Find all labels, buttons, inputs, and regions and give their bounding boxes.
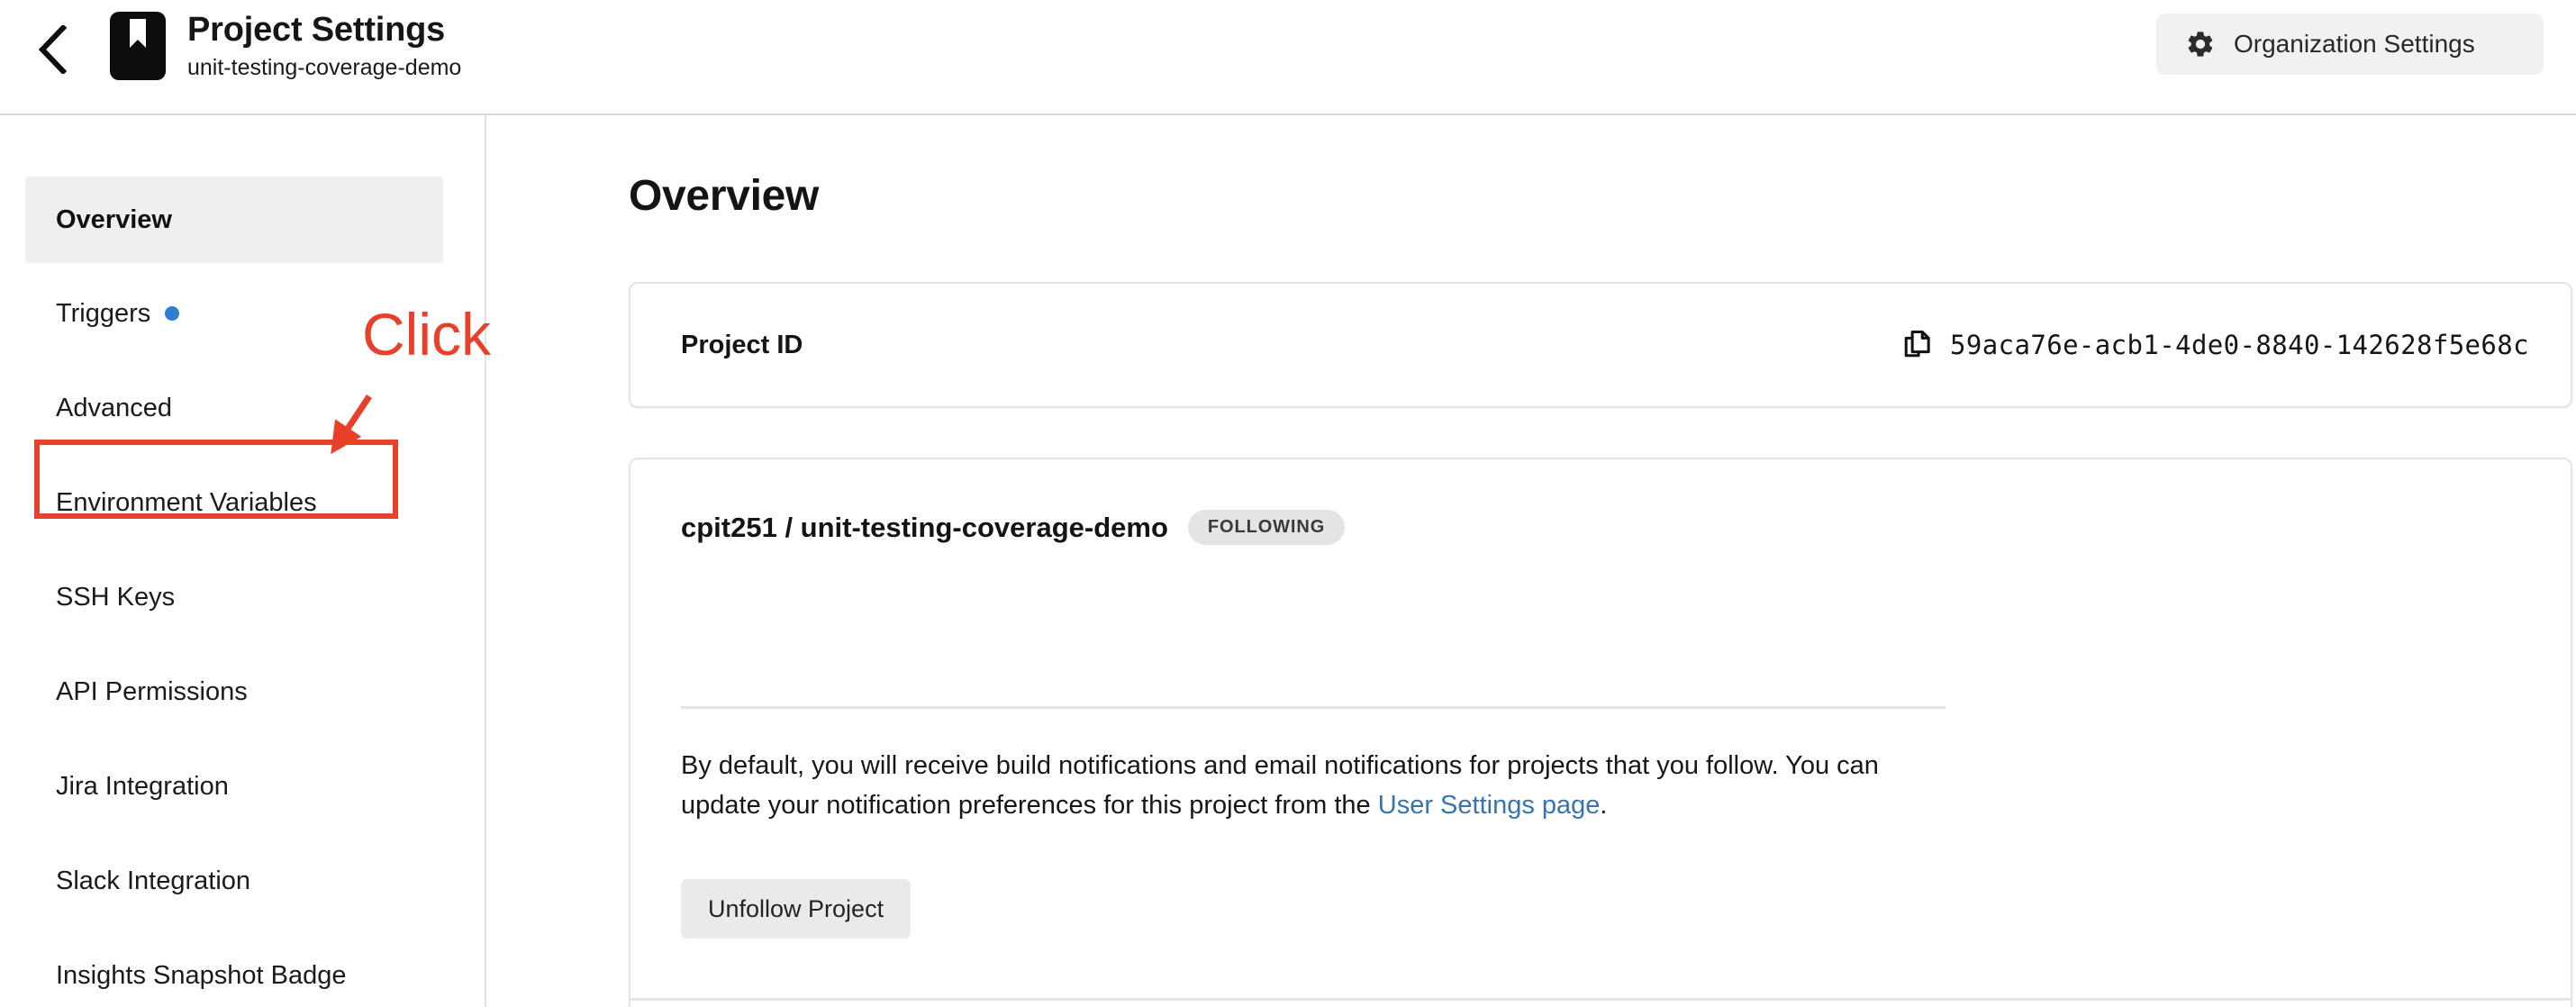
project-name-subtitle: unit-testing-coverage-demo xyxy=(187,55,462,80)
back-button[interactable] xyxy=(27,23,79,76)
sidebar-item-jira-integration[interactable]: Jira Integration xyxy=(25,743,443,830)
sidebar-item-advanced[interactable]: Advanced xyxy=(25,365,443,451)
bookmark-icon xyxy=(110,12,166,80)
sidebar-item-slack-integration[interactable]: Slack Integration xyxy=(25,838,443,924)
divider xyxy=(630,998,2571,1001)
sidebar-item-label: Insights Snapshot Badge xyxy=(56,960,347,990)
status-badge: FOLLOWING xyxy=(1187,510,1346,545)
follow-description: By default, you will receive build notif… xyxy=(681,746,1951,825)
sidebar-item-label: SSH Keys xyxy=(56,582,176,612)
sidebar-item-label: Slack Integration xyxy=(56,866,251,895)
project-id-value-group: 59aca76e-acb1-4de0-8840-142628f5e68c xyxy=(1901,329,2529,361)
organization-settings-button[interactable]: Organization Settings xyxy=(2156,14,2544,75)
notification-dot-icon xyxy=(165,306,180,321)
sidebar-item-environment-variables[interactable]: Environment Variables xyxy=(25,459,443,546)
page-title-header: Project Settings xyxy=(187,11,446,49)
sidebar-item-api-permissions[interactable]: API Permissions xyxy=(25,649,443,735)
sidebar-item-label: Advanced xyxy=(56,393,172,422)
sidebar-item-label: Triggers xyxy=(56,298,151,328)
sidebar-item-insights-snapshot-badge[interactable]: Insights Snapshot Badge xyxy=(25,932,443,1007)
repo-header: cpit251 / unit-testing-coverage-demo FOL… xyxy=(681,510,1346,545)
settings-sidebar: Overview Triggers Advanced Environment V… xyxy=(0,115,486,1007)
organization-settings-label: Organization Settings xyxy=(2234,30,2475,58)
project-follow-card: cpit251 / unit-testing-coverage-demo FOL… xyxy=(629,458,2572,1007)
sidebar-item-ssh-keys[interactable]: SSH Keys xyxy=(25,554,443,640)
repo-name: cpit251 / unit-testing-coverage-demo xyxy=(681,511,1168,543)
unfollow-project-button[interactable]: Unfollow Project xyxy=(681,879,912,939)
gear-icon xyxy=(2185,29,2216,59)
header-title-group: Project Settings unit-testing-coverage-d… xyxy=(187,9,461,83)
follow-description-text-1: By default, you will receive build notif… xyxy=(681,751,1879,820)
sidebar-item-label: Jira Integration xyxy=(56,771,229,801)
sidebar-item-label: API Permissions xyxy=(56,676,248,706)
user-settings-page-link[interactable]: User Settings page xyxy=(1378,791,1601,820)
app-header: Project Settings unit-testing-coverage-d… xyxy=(0,0,2576,115)
follow-description-text-2: . xyxy=(1600,791,1608,820)
main-content: Overview Project ID 59aca76e-acb1-4de0-8… xyxy=(488,115,2576,1007)
chevron-left-icon xyxy=(35,25,71,74)
divider xyxy=(681,706,1946,709)
sidebar-item-triggers[interactable]: Triggers xyxy=(25,270,443,357)
sidebar-item-label: Environment Variables xyxy=(56,487,317,517)
project-id-row: Project ID 59aca76e-acb1-4de0-8840-14262… xyxy=(630,284,2571,406)
project-id-label: Project ID xyxy=(681,330,803,359)
project-id-value: 59aca76e-acb1-4de0-8840-142628f5e68c xyxy=(1950,330,2529,360)
sidebar-item-overview[interactable]: Overview xyxy=(25,177,443,263)
project-id-card: Project ID 59aca76e-acb1-4de0-8840-14262… xyxy=(629,282,2572,408)
page-title: Overview xyxy=(629,172,820,220)
copy-icon[interactable] xyxy=(1901,329,1932,361)
sidebar-item-label: Overview xyxy=(56,204,172,234)
